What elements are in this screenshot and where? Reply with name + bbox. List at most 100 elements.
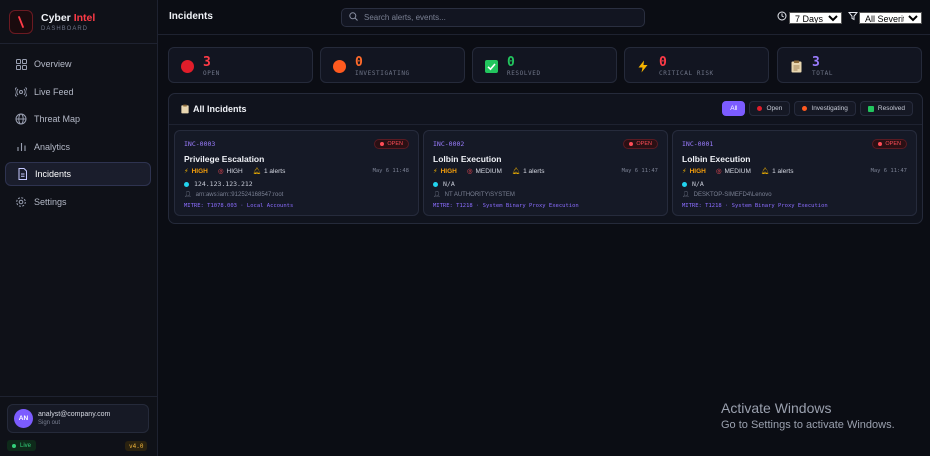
ip-dot-icon bbox=[433, 181, 438, 187]
orange-circle-icon bbox=[332, 59, 346, 73]
target-icon: ◎ bbox=[715, 168, 722, 175]
status-badge: OPEN bbox=[374, 139, 409, 149]
filter-investigating-button[interactable]: Investigating bbox=[794, 101, 856, 116]
alerts-count: 🔔︎ 1 alerts bbox=[252, 167, 286, 176]
priority-label: ◎ MEDIUM bbox=[466, 167, 502, 176]
stat-card-investigating: 0 INVESTIGATING bbox=[320, 47, 465, 83]
status-dot-icon bbox=[629, 142, 634, 146]
lightning-icon bbox=[636, 59, 650, 73]
search-box[interactable] bbox=[341, 8, 645, 27]
avatar: AN bbox=[14, 409, 33, 428]
incident-ip: N/A bbox=[433, 180, 455, 188]
incident-meta: ⚡ HIGH ◎ MEDIUM 🔔︎ 1 alerts bbox=[682, 167, 803, 176]
time-range-control: 7 Days bbox=[777, 11, 842, 24]
incident-id: INC-0001 bbox=[682, 140, 714, 148]
file-icon bbox=[16, 168, 28, 180]
user-card[interactable]: AN analyst@company.com Sign out bbox=[7, 404, 149, 433]
sidebar-nav: Overview Live Feed Threat Map Analytics … bbox=[5, 52, 151, 217]
incident-time: May 6 11:47 bbox=[870, 168, 907, 174]
status-dot-icon bbox=[878, 142, 883, 146]
sidebar-item-live-feed[interactable]: Live Feed bbox=[5, 80, 151, 104]
time-range-select[interactable]: 7 Days bbox=[789, 11, 842, 24]
severity-control: All Severity bbox=[847, 11, 922, 24]
grid-icon bbox=[15, 58, 27, 70]
sidebar-item-label: Threat Map bbox=[34, 114, 81, 124]
user-icon: 👤︎ bbox=[433, 192, 441, 198]
divider bbox=[0, 396, 158, 397]
globe-icon bbox=[15, 113, 27, 125]
sidebar-item-label: Incidents bbox=[35, 169, 72, 179]
ip-dot-icon bbox=[682, 181, 687, 187]
stat-card-resolved: 0 RESOLVED bbox=[472, 47, 617, 83]
sidebar-item-threat-map[interactable]: Threat Map bbox=[5, 107, 151, 131]
watermark-subtitle: Go to Settings to activate Windows. bbox=[721, 419, 895, 431]
incident-title: Lolbin Execution bbox=[433, 154, 502, 164]
incident-time: May 6 11:48 bbox=[372, 168, 409, 174]
logo-icon bbox=[9, 10, 33, 34]
user-icon: 👤︎ bbox=[184, 192, 192, 198]
alerts-count: 🔔︎ 1 alerts bbox=[760, 167, 794, 176]
incident-meta: ⚡ HIGH ◎ MEDIUM 🔔︎ 1 alerts bbox=[433, 167, 554, 176]
incident-id: INC-0002 bbox=[433, 140, 465, 148]
filter-open-button[interactable]: Open bbox=[749, 101, 791, 116]
incident-meta: ⚡ HIGH ◎ HIGH 🔔︎ 1 alerts bbox=[184, 167, 295, 176]
top-header: Incidents 7 Days All Severity bbox=[158, 0, 930, 35]
stat-label: OPEN bbox=[203, 70, 220, 77]
incident-card[interactable]: INC-0002 OPEN Lolbin Execution ⚡ HIGH ◎ ME… bbox=[423, 130, 668, 216]
clipboard-icon bbox=[181, 104, 189, 114]
incident-card[interactable]: INC-0001 OPEN Lolbin Execution ⚡ HIGH ◎ ME… bbox=[672, 130, 917, 216]
incident-user: 👤︎ DESKTOP-SIMEFD4\Lenovo bbox=[682, 191, 772, 199]
stat-card-open: 3 OPEN bbox=[168, 47, 313, 83]
severity-select[interactable]: All Severity bbox=[859, 11, 922, 24]
sidebar-item-overview[interactable]: Overview bbox=[5, 52, 151, 76]
stat-value: 3 bbox=[203, 55, 211, 70]
bar-chart-icon bbox=[15, 141, 27, 153]
sidebar-item-label: Analytics bbox=[34, 141, 71, 152]
search-icon bbox=[349, 11, 358, 24]
brand-accent: Intel bbox=[73, 12, 96, 24]
stat-label: INVESTIGATING bbox=[355, 70, 410, 77]
divider bbox=[0, 43, 158, 44]
version-badge: v4.0 bbox=[125, 441, 148, 451]
incident-ip: N/A bbox=[682, 180, 704, 188]
red-dot-icon bbox=[757, 106, 763, 111]
live-status-badge: Live bbox=[7, 440, 37, 451]
incident-card[interactable]: INC-0003 OPEN Privilege Escalation ⚡ HIGH… bbox=[174, 130, 419, 216]
filter-all-button[interactable]: All bbox=[722, 101, 746, 116]
gear-icon bbox=[15, 196, 27, 208]
red-circle-icon bbox=[180, 59, 194, 73]
incident-id: INC-0003 bbox=[184, 140, 216, 148]
mitre-technique: MITRE: T1218 · System Binary Proxy Execu… bbox=[433, 203, 579, 209]
lightning-icon: ⚡ bbox=[682, 168, 687, 175]
status-dot-icon bbox=[380, 142, 385, 146]
priority-label: ◎ MEDIUM bbox=[715, 167, 751, 176]
sign-out-link[interactable]: Sign out bbox=[38, 420, 110, 426]
stat-label: RESOLVED bbox=[507, 70, 541, 77]
sidebar: Cyber Intel DASHBOARD Overview Live Feed… bbox=[0, 0, 158, 456]
ip-dot-icon bbox=[184, 181, 189, 187]
stat-card-critical-risk: 0 CRITICAL RISK bbox=[624, 47, 769, 83]
sidebar-item-settings[interactable]: Settings bbox=[5, 190, 151, 214]
bell-icon: 🔔︎ bbox=[252, 168, 262, 175]
watermark-title: Activate Windows bbox=[721, 400, 832, 416]
status-badge: OPEN bbox=[872, 139, 907, 149]
filter-icon bbox=[847, 11, 859, 24]
clock-icon bbox=[777, 11, 787, 24]
mitre-technique: MITRE: T1218 · System Binary Proxy Execu… bbox=[682, 203, 828, 209]
filter-resolved-button[interactable]: Resolved bbox=[859, 101, 913, 116]
severity-label: ⚡ HIGH bbox=[682, 167, 706, 176]
radio-icon bbox=[15, 86, 27, 98]
sidebar-item-incidents[interactable]: Incidents bbox=[5, 162, 151, 186]
incident-time: May 6 11:47 bbox=[621, 168, 658, 174]
status-filters: All Open Investigating Resolved bbox=[718, 101, 913, 116]
lightning-icon: ⚡ bbox=[433, 168, 438, 175]
brand[interactable]: Cyber Intel DASHBOARD bbox=[9, 9, 95, 35]
search-input[interactable] bbox=[364, 13, 634, 22]
stat-value: 3 bbox=[812, 55, 820, 70]
incident-title: Privilege Escalation bbox=[184, 154, 265, 164]
incident-ip: 124.123.123.212 bbox=[184, 180, 253, 188]
sidebar-item-analytics[interactable]: Analytics bbox=[5, 135, 151, 159]
sidebar-item-label: Settings bbox=[34, 196, 67, 207]
check-box-icon bbox=[484, 59, 498, 73]
brand-subtitle: DASHBOARD bbox=[41, 26, 89, 32]
